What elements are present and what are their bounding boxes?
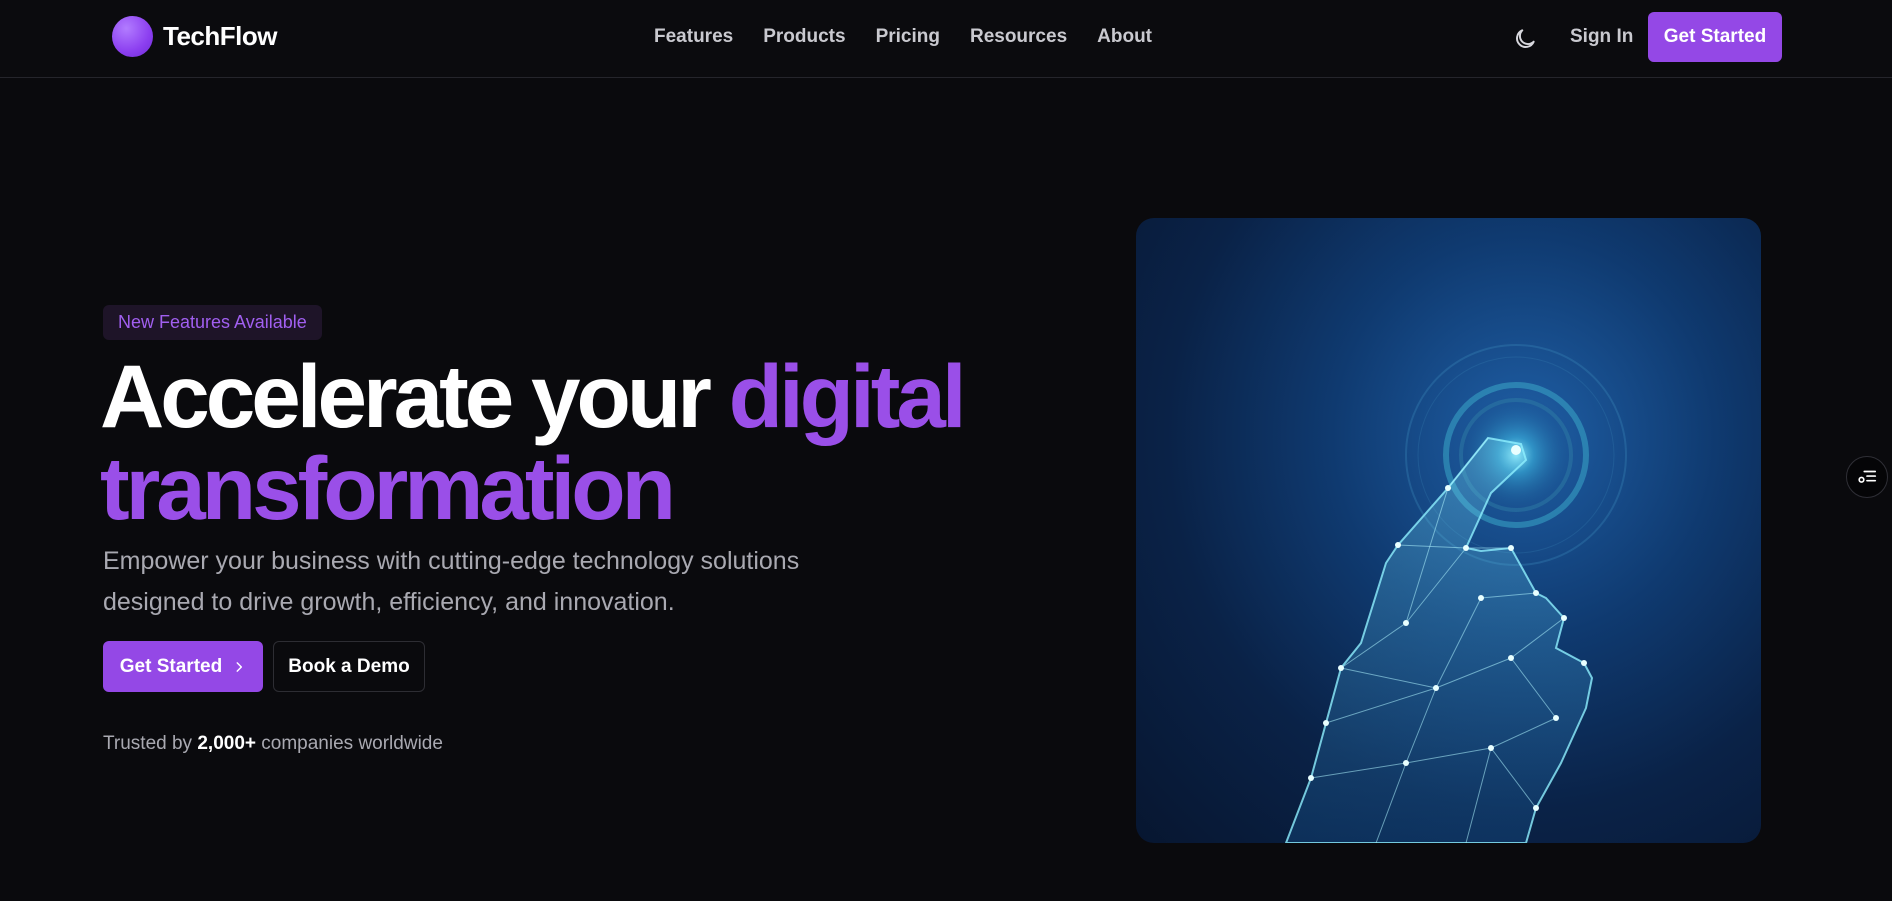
chevron-right-icon [236,661,243,672]
nav-item-pricing[interactable]: Pricing [876,26,940,48]
logo-circle-icon [112,16,153,57]
filter-list-icon[interactable] [1846,456,1888,498]
trusted-suffix: companies worldwide [256,733,443,754]
sign-in-link[interactable]: Sign In [1570,26,1633,48]
trusted-count: 2,000+ [197,733,256,754]
header-get-started-button[interactable]: Get Started [1648,12,1782,62]
hero-subtitle: Empower your business with cutting-edge … [103,547,800,616]
brand-name: TechFlow [163,21,277,51]
hero-get-started-label: Get Started [119,655,223,677]
nav-item-products[interactable]: Products [763,26,845,48]
moon-icon[interactable] [1512,26,1538,52]
nav-item-resources[interactable]: Resources [970,26,1067,48]
main-nav: Features Products Pricing Resources Abou… [654,26,1152,48]
trusted-prefix: Trusted by [103,733,198,754]
digital-hand-illustration [1136,218,1761,843]
headline-white-text: Accelerate your [100,346,729,446]
nav-item-about[interactable]: About [1097,26,1152,48]
nav-item-features[interactable]: Features [654,26,733,48]
new-features-badge: New Features Available [103,305,322,340]
hero-get-started-button[interactable]: Get Started [103,641,263,692]
hero-headline: Accelerate your digital transformation [100,350,1020,534]
brand-logo[interactable]: TechFlow [112,16,277,57]
book-demo-button[interactable]: Book a Demo [273,641,425,692]
trusted-by-text: Trusted by 2,000+ companies worldwide [103,733,443,755]
top-navigation-bar: TechFlow Features Products Pricing Resou… [0,0,1892,78]
